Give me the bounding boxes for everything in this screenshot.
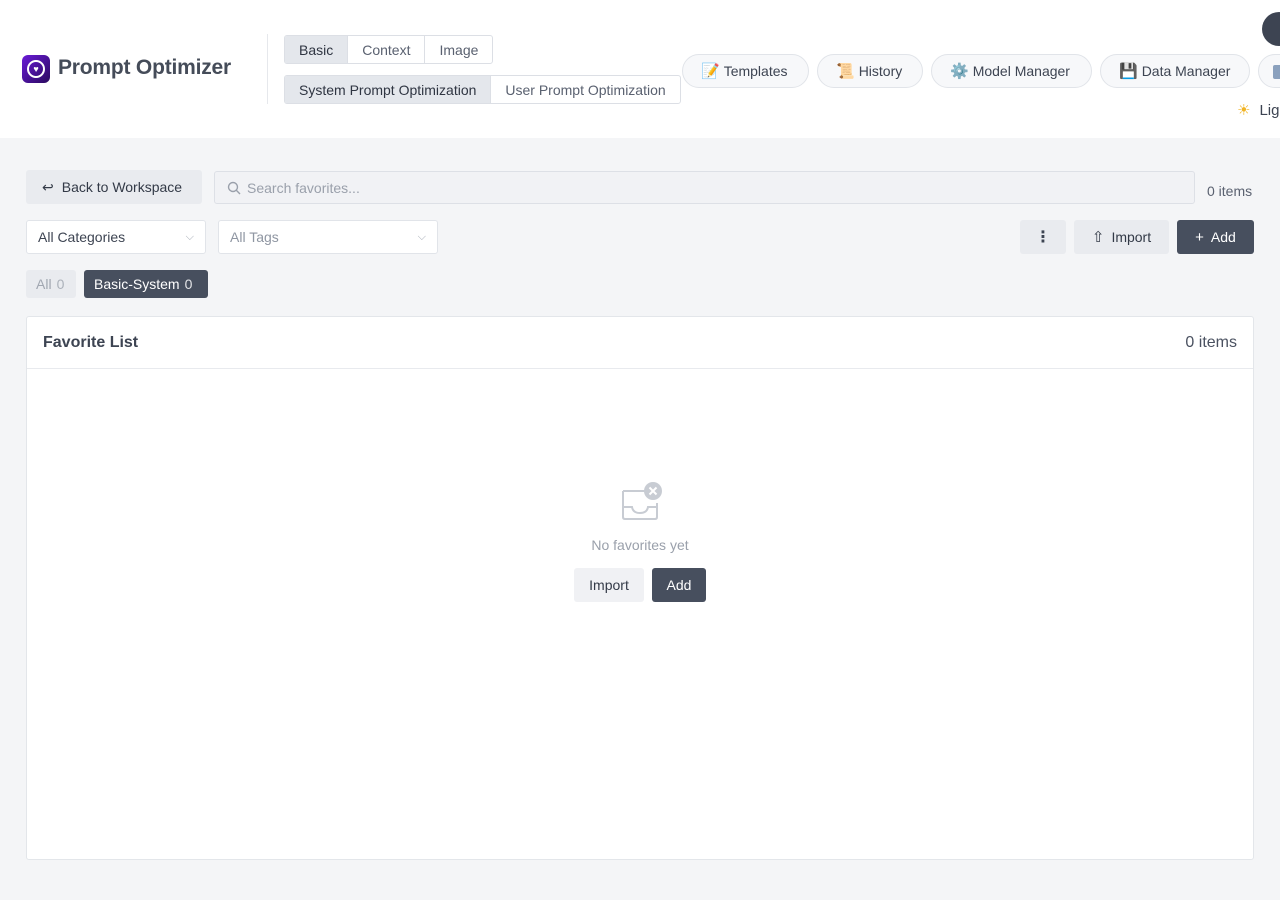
model-manager-label: Model Manager — [972, 63, 1070, 79]
tag-select-value: All Tags — [230, 229, 279, 245]
filter-chip-basic-system[interactable]: Basic-System 0 — [84, 270, 208, 298]
app-title: Prompt Optimizer — [58, 56, 231, 79]
tab-basic[interactable]: Basic — [285, 36, 349, 63]
chevron-down-icon: ⌵ — [185, 230, 194, 243]
search-input[interactable] — [247, 179, 1147, 196]
import-button[interactable]: ⇧ Import — [1074, 220, 1169, 254]
search-box — [214, 171, 1195, 204]
more-options-button[interactable]: ⋮ — [1020, 220, 1066, 254]
sun-icon: ☀ — [1237, 102, 1251, 119]
floppy-disk-icon: 💾 — [1119, 63, 1138, 80]
history-label: History — [858, 63, 903, 79]
data-manager-button[interactable]: 💾 Data Manager — [1100, 54, 1250, 88]
tab-user-prompt[interactable]: User Prompt Optimization — [491, 76, 679, 103]
model-manager-button[interactable]: ⚙️ Model Manager — [931, 54, 1092, 88]
card-header: Favorite List 0 items — [27, 317, 1253, 369]
search-icon — [227, 181, 241, 194]
tab-image[interactable]: Image — [425, 36, 492, 63]
category-select[interactable]: All Categories ⌵ — [26, 220, 206, 254]
empty-import-button[interactable]: Import — [574, 568, 644, 602]
chip-count: 0 — [56, 276, 65, 292]
add-button[interactable]: + Add — [1177, 220, 1254, 254]
back-to-workspace-button[interactable]: ↩ Back to Workspace — [26, 170, 202, 204]
add-label: Add — [1210, 229, 1236, 245]
chip-label: All — [36, 276, 52, 292]
overflow-nav-button[interactable] — [1258, 54, 1280, 88]
chevron-down-icon: ⌵ — [417, 230, 426, 243]
import-label: Import — [1111, 229, 1152, 245]
card-count: 0 items — [1185, 333, 1237, 351]
vertical-dots-icon: ⋮ — [1035, 229, 1051, 246]
theme-toggle[interactable]: ☀ Lig — [1237, 101, 1279, 119]
optimization-tabs: System Prompt Optimization User Prompt O… — [284, 75, 681, 104]
data-manager-label: Data Manager — [1141, 63, 1231, 79]
theme-label: Lig — [1259, 102, 1280, 119]
favorite-list-card: Favorite List 0 items No favorites yet I… — [26, 316, 1254, 860]
memo-icon: 📝 — [701, 63, 720, 80]
corner-action-button[interactable] — [1262, 12, 1280, 46]
gear-icon: ⚙️ — [950, 63, 969, 80]
back-label: Back to Workspace — [61, 179, 183, 195]
tab-context[interactable]: Context — [348, 36, 426, 63]
app-header: ♥ Prompt Optimizer Basic Context Image S… — [0, 0, 1280, 138]
mode-tabs: Basic Context Image — [284, 35, 494, 64]
card-title: Favorite List — [43, 333, 139, 351]
scroll-icon: 📜 — [836, 63, 855, 80]
chip-count: 0 — [184, 276, 193, 292]
history-button[interactable]: 📜 History — [817, 54, 923, 88]
filter-chip-all[interactable]: All 0 — [26, 270, 76, 298]
templates-label: Templates — [723, 63, 788, 79]
empty-add-button[interactable]: Add — [652, 568, 706, 602]
return-arrow-icon: ↩ — [42, 178, 54, 195]
device-icon — [1273, 65, 1280, 79]
empty-state-text: No favorites yet — [591, 537, 689, 553]
plus-icon: + — [1195, 228, 1204, 246]
upload-icon: ⇧ — [1091, 229, 1105, 246]
category-select-value: All Categories — [38, 229, 126, 245]
items-count: 0 items — [1207, 183, 1253, 199]
tag-select[interactable]: All Tags ⌵ — [218, 220, 438, 254]
app-logo-icon: ♥ — [22, 55, 50, 83]
templates-button[interactable]: 📝 Templates — [682, 54, 809, 88]
header-divider — [267, 34, 268, 104]
empty-inbox-icon — [622, 482, 662, 520]
tab-system-prompt[interactable]: System Prompt Optimization — [285, 76, 492, 103]
chip-label: Basic-System — [94, 276, 180, 292]
